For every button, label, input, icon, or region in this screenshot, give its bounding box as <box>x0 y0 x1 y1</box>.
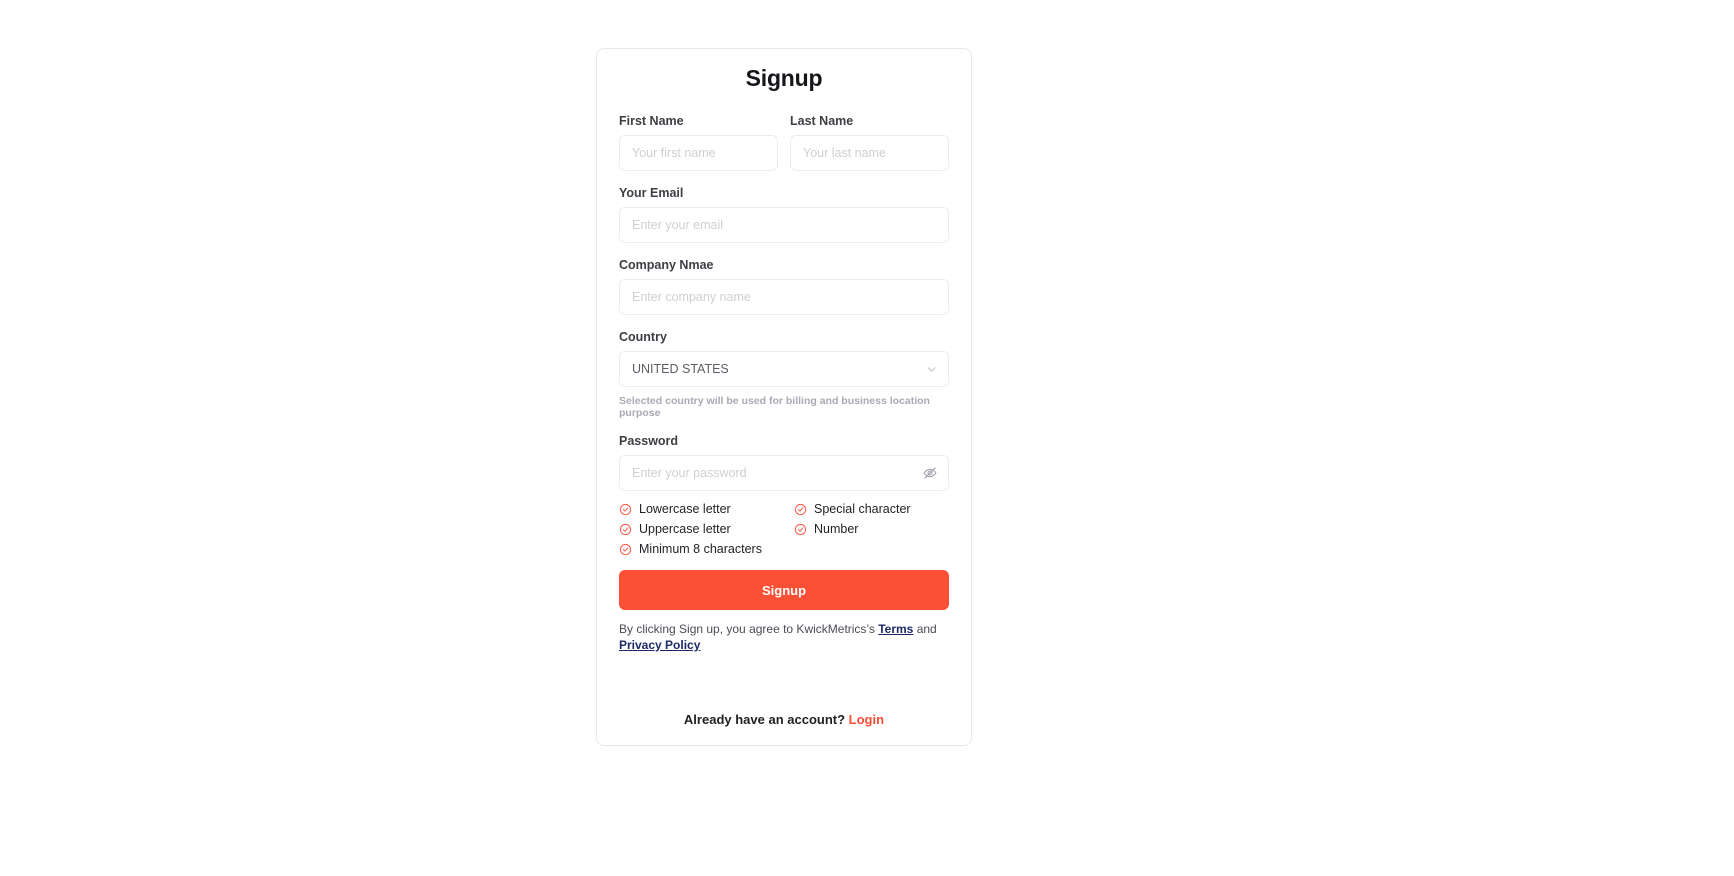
password-input-wrap <box>619 455 949 491</box>
check-circle-icon <box>794 503 807 516</box>
terms-text: By clicking Sign up, you agree to KwickM… <box>619 622 949 653</box>
country-selected-value: UNITED STATES <box>632 362 729 376</box>
login-prompt: Already have an account? Login <box>597 712 971 727</box>
list-item: Minimum 8 characters <box>619 542 794 556</box>
requirement-label: Special character <box>814 502 911 516</box>
list-item: Uppercase letter <box>619 522 794 536</box>
password-label: Password <box>619 434 679 448</box>
terms-middle: and <box>913 622 937 636</box>
terms-prefix: By clicking Sign up, you agree to KwickM… <box>619 622 879 636</box>
check-circle-icon <box>619 503 632 516</box>
page-root: Signup First Name Last Name Your Email C… <box>0 0 1734 876</box>
list-item: Number <box>794 522 949 536</box>
eye-off-icon[interactable] <box>921 464 939 482</box>
country-hint: Selected country will be used for billin… <box>619 395 930 419</box>
email-input[interactable] <box>619 207 949 243</box>
name-row: First Name Last Name <box>619 114 949 171</box>
signup-button[interactable]: Signup <box>619 570 949 610</box>
first-name-label: First Name <box>619 114 684 128</box>
requirement-label: Uppercase letter <box>639 522 731 536</box>
email-group: Your Email <box>619 186 949 243</box>
check-circle-icon <box>619 523 632 536</box>
first-name-group: First Name <box>619 114 778 171</box>
terms-link[interactable]: Terms <box>878 622 913 636</box>
email-label: Your Email <box>619 186 684 200</box>
company-group: Company Nmae <box>619 258 949 315</box>
list-item: Lowercase letter <box>619 502 794 516</box>
last-name-label: Last Name <box>790 114 854 128</box>
login-link[interactable]: Login <box>849 712 884 727</box>
password-input[interactable] <box>619 455 949 491</box>
password-group: Password <box>619 434 949 491</box>
list-item: Special character <box>794 502 949 516</box>
company-input[interactable] <box>619 279 949 315</box>
check-circle-icon <box>794 523 807 536</box>
company-label: Company Nmae <box>619 258 714 272</box>
requirement-label: Minimum 8 characters <box>639 542 762 556</box>
last-name-group: Last Name <box>790 114 949 171</box>
login-prompt-text: Already have an account? <box>683 712 846 727</box>
password-requirements-list: Lowercase letter Special character Upper… <box>619 502 949 556</box>
first-name-input[interactable] <box>619 135 778 171</box>
signup-card: Signup First Name Last Name Your Email C… <box>596 48 972 746</box>
country-select-wrap: UNITED STATES <box>619 351 949 387</box>
requirement-label: Number <box>814 522 859 536</box>
last-name-input[interactable] <box>790 135 949 171</box>
country-select[interactable]: UNITED STATES <box>619 351 949 387</box>
privacy-policy-link[interactable]: Privacy Policy <box>619 638 700 652</box>
country-group: Country UNITED STATES Selected country w… <box>619 330 949 419</box>
page-title: Signup <box>745 65 823 91</box>
requirement-label: Lowercase letter <box>639 502 731 516</box>
check-circle-icon <box>619 543 632 556</box>
country-label: Country <box>619 330 667 344</box>
